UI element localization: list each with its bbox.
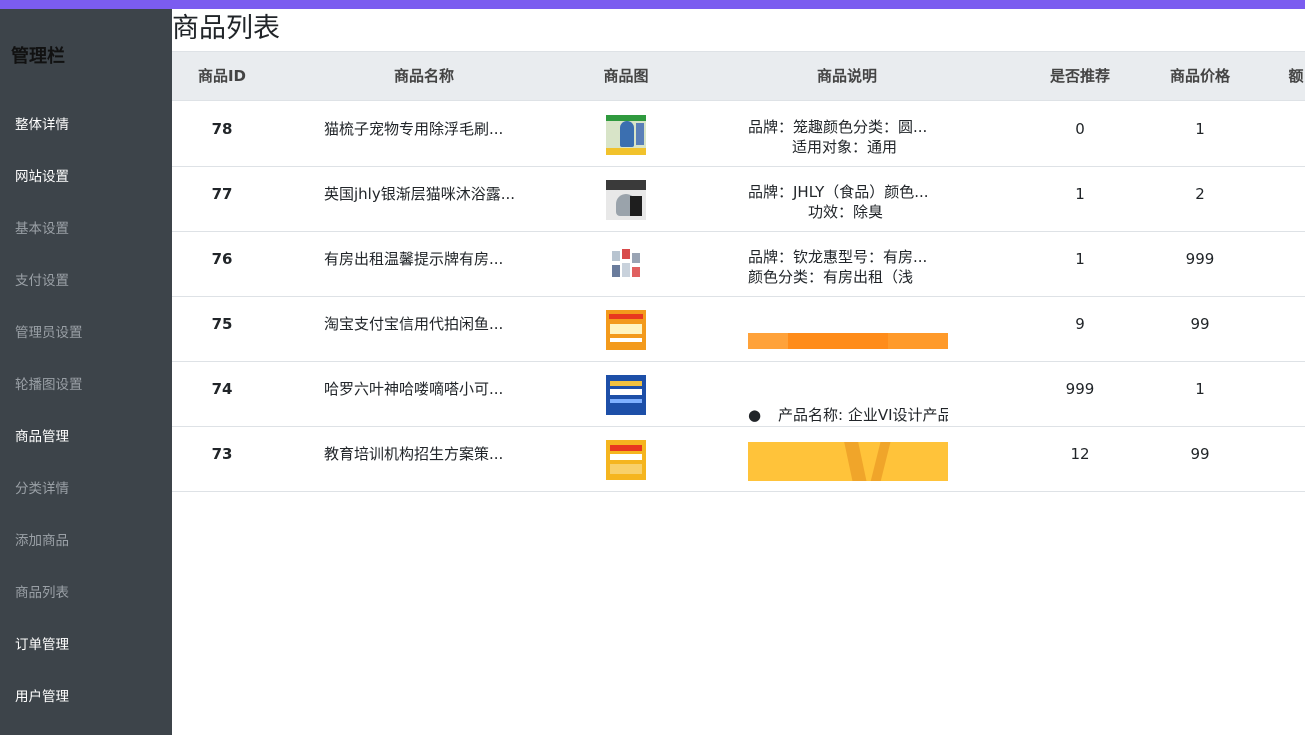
recommend-value: 12	[1070, 445, 1090, 463]
recommend-value: 999	[1065, 380, 1095, 398]
column-header-amount: 额	[1288, 67, 1304, 85]
sidebar-item-product-management[interactable]: 商品管理	[15, 425, 69, 445]
product-description: 品牌：JHLY（食品）颜色... 功效：除臭	[748, 183, 929, 221]
table-header: 商品ID 商品名称 商品图 商品说明 是否推荐 商品价格 额	[172, 51, 1305, 101]
sidebar-item-site-settings[interactable]: 网站设置	[15, 165, 69, 185]
product-id: 78	[211, 120, 233, 138]
page-title: 商品列表	[172, 13, 280, 44]
column-header-price: 商品价格	[1169, 67, 1231, 85]
sidebar-item-carousel-settings[interactable]: 轮播图设置	[15, 373, 83, 393]
recommend-value: 9	[1075, 315, 1085, 333]
product-name[interactable]: 哈罗六叶神哈喽嘀嗒小可...	[324, 379, 503, 399]
product-name[interactable]: 有房出租温馨提示牌有房...	[324, 249, 503, 269]
product-id: 74	[211, 380, 233, 398]
sidebar-item-order-management[interactable]: 订单管理	[15, 633, 69, 653]
product-id: 73	[211, 445, 233, 463]
description-banner-image	[748, 442, 948, 481]
column-header-image: 商品图	[603, 67, 649, 85]
price-value: 99	[1190, 445, 1210, 463]
price-value: 1	[1195, 120, 1205, 138]
product-name[interactable]: 英国jhly银渐层猫咪沐浴露...	[324, 184, 515, 204]
product-thumbnail[interactable]	[606, 440, 646, 480]
price-value: 1	[1195, 380, 1205, 398]
main-content: 商品列表 商品ID 商品名称 商品图 商品说明 是否推荐 商品价格 额 78 猫…	[172, 9, 1305, 735]
sidebar-title: 管理栏	[11, 46, 65, 67]
product-thumbnail[interactable]	[606, 375, 646, 415]
column-header-id: 商品ID	[197, 67, 247, 85]
product-name[interactable]: 教育培训机构招生方案策...	[324, 444, 503, 464]
product-description: 品牌：笼趣颜色分类：圆... 适用对象：通用	[748, 118, 928, 156]
sidebar-item-category-details[interactable]: 分类详情	[15, 477, 69, 497]
product-id: 75	[211, 315, 233, 333]
product-thumbnail[interactable]	[606, 180, 646, 220]
product-thumbnail[interactable]	[606, 115, 646, 155]
column-header-name: 商品名称	[393, 67, 455, 85]
sidebar-item-basic-settings[interactable]: 基本设置	[15, 217, 69, 237]
table-row: 77 英国jhly银渐层猫咪沐浴露... 品牌：JHLY（食品）颜色... 功效…	[172, 167, 1305, 232]
product-thumbnail[interactable]	[606, 245, 646, 285]
top-accent-bar	[0, 0, 1305, 9]
recommend-value: 0	[1075, 120, 1085, 138]
product-description	[748, 312, 948, 358]
recommend-value: 1	[1075, 250, 1085, 268]
column-header-description: 商品说明	[816, 67, 878, 85]
sidebar-item-product-list[interactable]: 商品列表	[15, 581, 69, 601]
table-row: 76 有房出租温馨提示牌有房... 品牌：钦龙惠型号：有房... 颜色分类：有房…	[172, 232, 1305, 297]
sidebar-item-add-product[interactable]: 添加商品	[15, 529, 69, 549]
product-description: ● 产品名称: 企业VI设计产品	[748, 406, 948, 423]
price-value: 999	[1185, 250, 1215, 268]
price-value: 99	[1190, 315, 1210, 333]
product-id: 76	[211, 250, 233, 268]
recommend-value: 1	[1075, 185, 1085, 203]
column-header-recommend: 是否推荐	[1049, 67, 1111, 85]
sidebar: 管理栏 整体详情 网站设置 基本设置 支付设置 管理员设置 轮播图设置 商品管理…	[0, 9, 172, 735]
product-thumbnail[interactable]	[606, 310, 646, 350]
product-description	[748, 442, 948, 488]
bullet-icon: ●	[748, 406, 762, 423]
table-row: 75 淘宝支付宝信用代拍闲鱼... 9 99	[172, 297, 1305, 362]
table-row: 73 教育培训机构招生方案策... 12 99	[172, 427, 1305, 492]
sidebar-item-overview[interactable]: 整体详情	[15, 113, 69, 133]
sidebar-item-payment-settings[interactable]: 支付设置	[15, 269, 69, 289]
product-id: 77	[211, 185, 233, 203]
sidebar-item-admin-settings[interactable]: 管理员设置	[15, 321, 83, 341]
table-row: 78 猫梳子宠物专用除浮毛刷... 品牌：笼趣颜色分类：圆... 适用对象：通用…	[172, 102, 1305, 167]
product-description: 品牌：钦龙惠型号：有房... 颜色分类：有房出租（浅	[748, 248, 928, 286]
table-row: 74 哈罗六叶神哈喽嘀嗒小可... ● 产品名称: 企业VI设计产品 999 1	[172, 362, 1305, 427]
price-value: 2	[1195, 185, 1205, 203]
sidebar-item-user-management[interactable]: 用户管理	[15, 685, 69, 705]
description-banner-image	[748, 333, 948, 349]
product-name[interactable]: 猫梳子宠物专用除浮毛刷...	[324, 119, 503, 139]
product-name[interactable]: 淘宝支付宝信用代拍闲鱼...	[324, 314, 503, 334]
